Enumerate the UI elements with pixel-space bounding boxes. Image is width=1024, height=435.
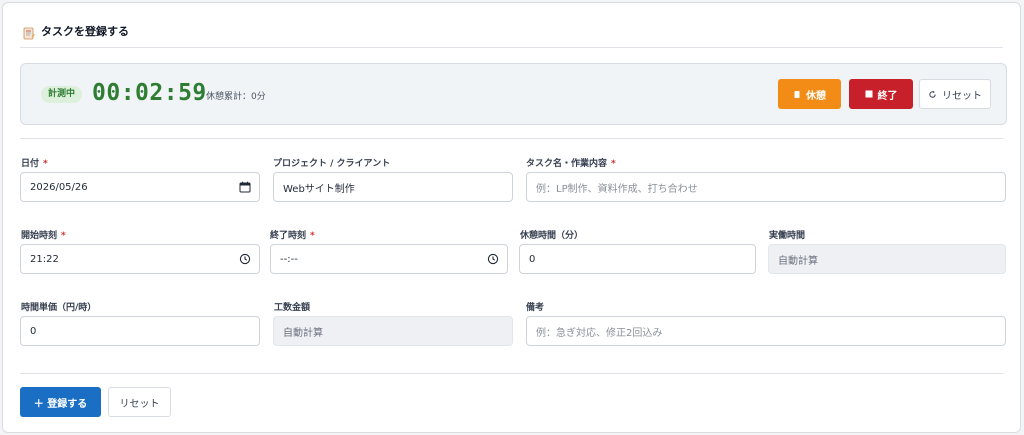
end-button[interactable]: 終了: [849, 79, 913, 109]
actual-time-field: 自動計算: [768, 244, 1006, 274]
submit-button[interactable]: ＋ 登録する: [20, 387, 101, 417]
hourly-rate-label: 時間単価（円/時）: [21, 303, 97, 313]
clock-icon[interactable]: [487, 253, 499, 265]
stop-icon: [865, 90, 872, 98]
break-button-label: 休憩: [806, 90, 826, 102]
task-input[interactable]: 例：LP制作、資料作成、打ち合わせ: [526, 172, 1006, 202]
elapsed-timer: 00:02:59: [92, 80, 207, 106]
hourly-rate-input[interactable]: 0: [20, 316, 260, 346]
notes-input[interactable]: 例：急ぎ対応、修正2回込み: [526, 316, 1006, 346]
notes-label: 備考: [526, 303, 545, 313]
memo-icon: [23, 25, 35, 39]
divider: [20, 373, 1003, 374]
divider: [20, 138, 1003, 139]
end-button-label: 終了: [877, 90, 898, 102]
start-time-field[interactable]: 21:22: [20, 244, 260, 274]
break-button[interactable]: 休憩: [778, 79, 841, 109]
project-field[interactable]: Webサイト制作: [273, 172, 513, 202]
card-header: タスクを登録する: [23, 23, 129, 39]
pause-icon: [794, 90, 800, 98]
form-reset-button[interactable]: リセット: [108, 387, 171, 417]
break-minutes-input[interactable]: 0: [519, 244, 756, 274]
end-time-field[interactable]: --:--: [270, 244, 508, 274]
timer-panel: 計測中 00:02:59 休憩累計：0分 休憩 終了 リセット: [20, 63, 1007, 125]
break-minutes-label: 休憩時間（分）: [520, 231, 584, 241]
clock-icon[interactable]: [239, 253, 251, 265]
end-time-label: 終了時刻 *: [270, 231, 315, 241]
amount-field: 自動計算: [273, 316, 513, 346]
calendar-icon[interactable]: [239, 181, 251, 193]
project-label: プロジェクト / クライアント: [273, 159, 391, 169]
amount-label: 工数金額: [274, 303, 311, 313]
divider: [20, 47, 1003, 48]
timer-reset-button[interactable]: リセット: [919, 79, 991, 109]
date-field[interactable]: 2026/05/26: [20, 172, 260, 202]
status-badge: 計測中: [41, 86, 83, 103]
actual-time-label: 実働時間: [769, 231, 806, 241]
task-register-card: タスクを登録する 計測中 00:02:59 休憩累計：0分 休憩 終了 リセット…: [2, 2, 1021, 433]
page-title: タスクを登録する: [41, 25, 129, 38]
task-label: タスク名・作業内容 *: [526, 159, 616, 169]
refresh-icon: [929, 90, 936, 98]
start-time-label: 開始時刻 *: [21, 231, 66, 241]
break-total-text: 休憩累計：0分: [206, 92, 266, 102]
date-label: 日付 *: [21, 159, 48, 169]
timer-reset-label: リセット: [942, 90, 982, 102]
